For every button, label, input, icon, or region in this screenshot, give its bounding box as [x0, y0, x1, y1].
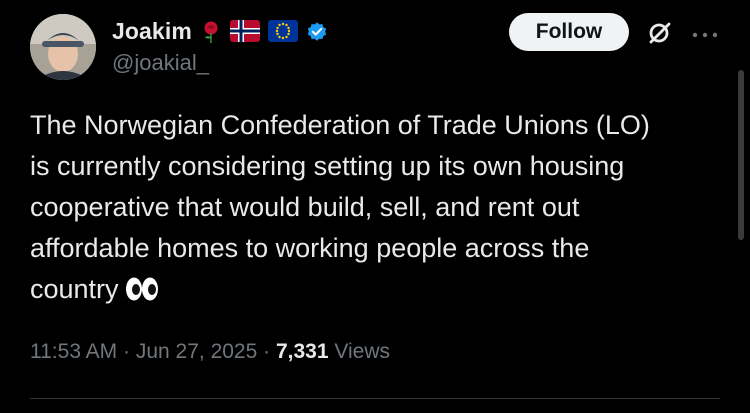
verified-badge-icon[interactable]: [306, 20, 328, 42]
meta-separator: ·: [117, 340, 136, 363]
tweet-text-content: The Norwegian Confederation of Trade Uni…: [30, 110, 650, 304]
scrollbar[interactable]: [738, 70, 744, 240]
tweet-meta: 11:53 AM · Jun 27, 2025 · 7,331 Views: [30, 340, 390, 364]
author-handle[interactable]: @joakial_: [112, 50, 209, 76]
views-label: Views: [328, 340, 390, 363]
follow-button[interactable]: Follow: [509, 13, 629, 51]
tweet-date[interactable]: Jun 27, 2025: [136, 340, 257, 363]
tweet-time[interactable]: 11:53 AM: [30, 340, 117, 363]
tweet: Joakim @joakial_ Follow The Norwegian Co…: [0, 0, 750, 413]
author-name[interactable]: Joakim: [112, 18, 192, 45]
tweet-text: The Norwegian Confederation of Trade Uni…: [30, 105, 720, 314]
avatar-image: [30, 14, 96, 80]
author-row: Joakim: [112, 15, 328, 47]
more-options-icon[interactable]: [691, 27, 719, 38]
grok-icon[interactable]: [645, 18, 675, 48]
eu-flag-icon: [267, 20, 298, 42]
divider: [30, 398, 720, 399]
views-count[interactable]: 7,331: [276, 340, 329, 363]
avatar[interactable]: [30, 14, 96, 80]
meta-separator: ·: [257, 340, 276, 363]
rose-icon: [200, 20, 222, 43]
eyes-emoji-icon: [125, 273, 159, 314]
norway-flag-icon: [229, 20, 260, 42]
